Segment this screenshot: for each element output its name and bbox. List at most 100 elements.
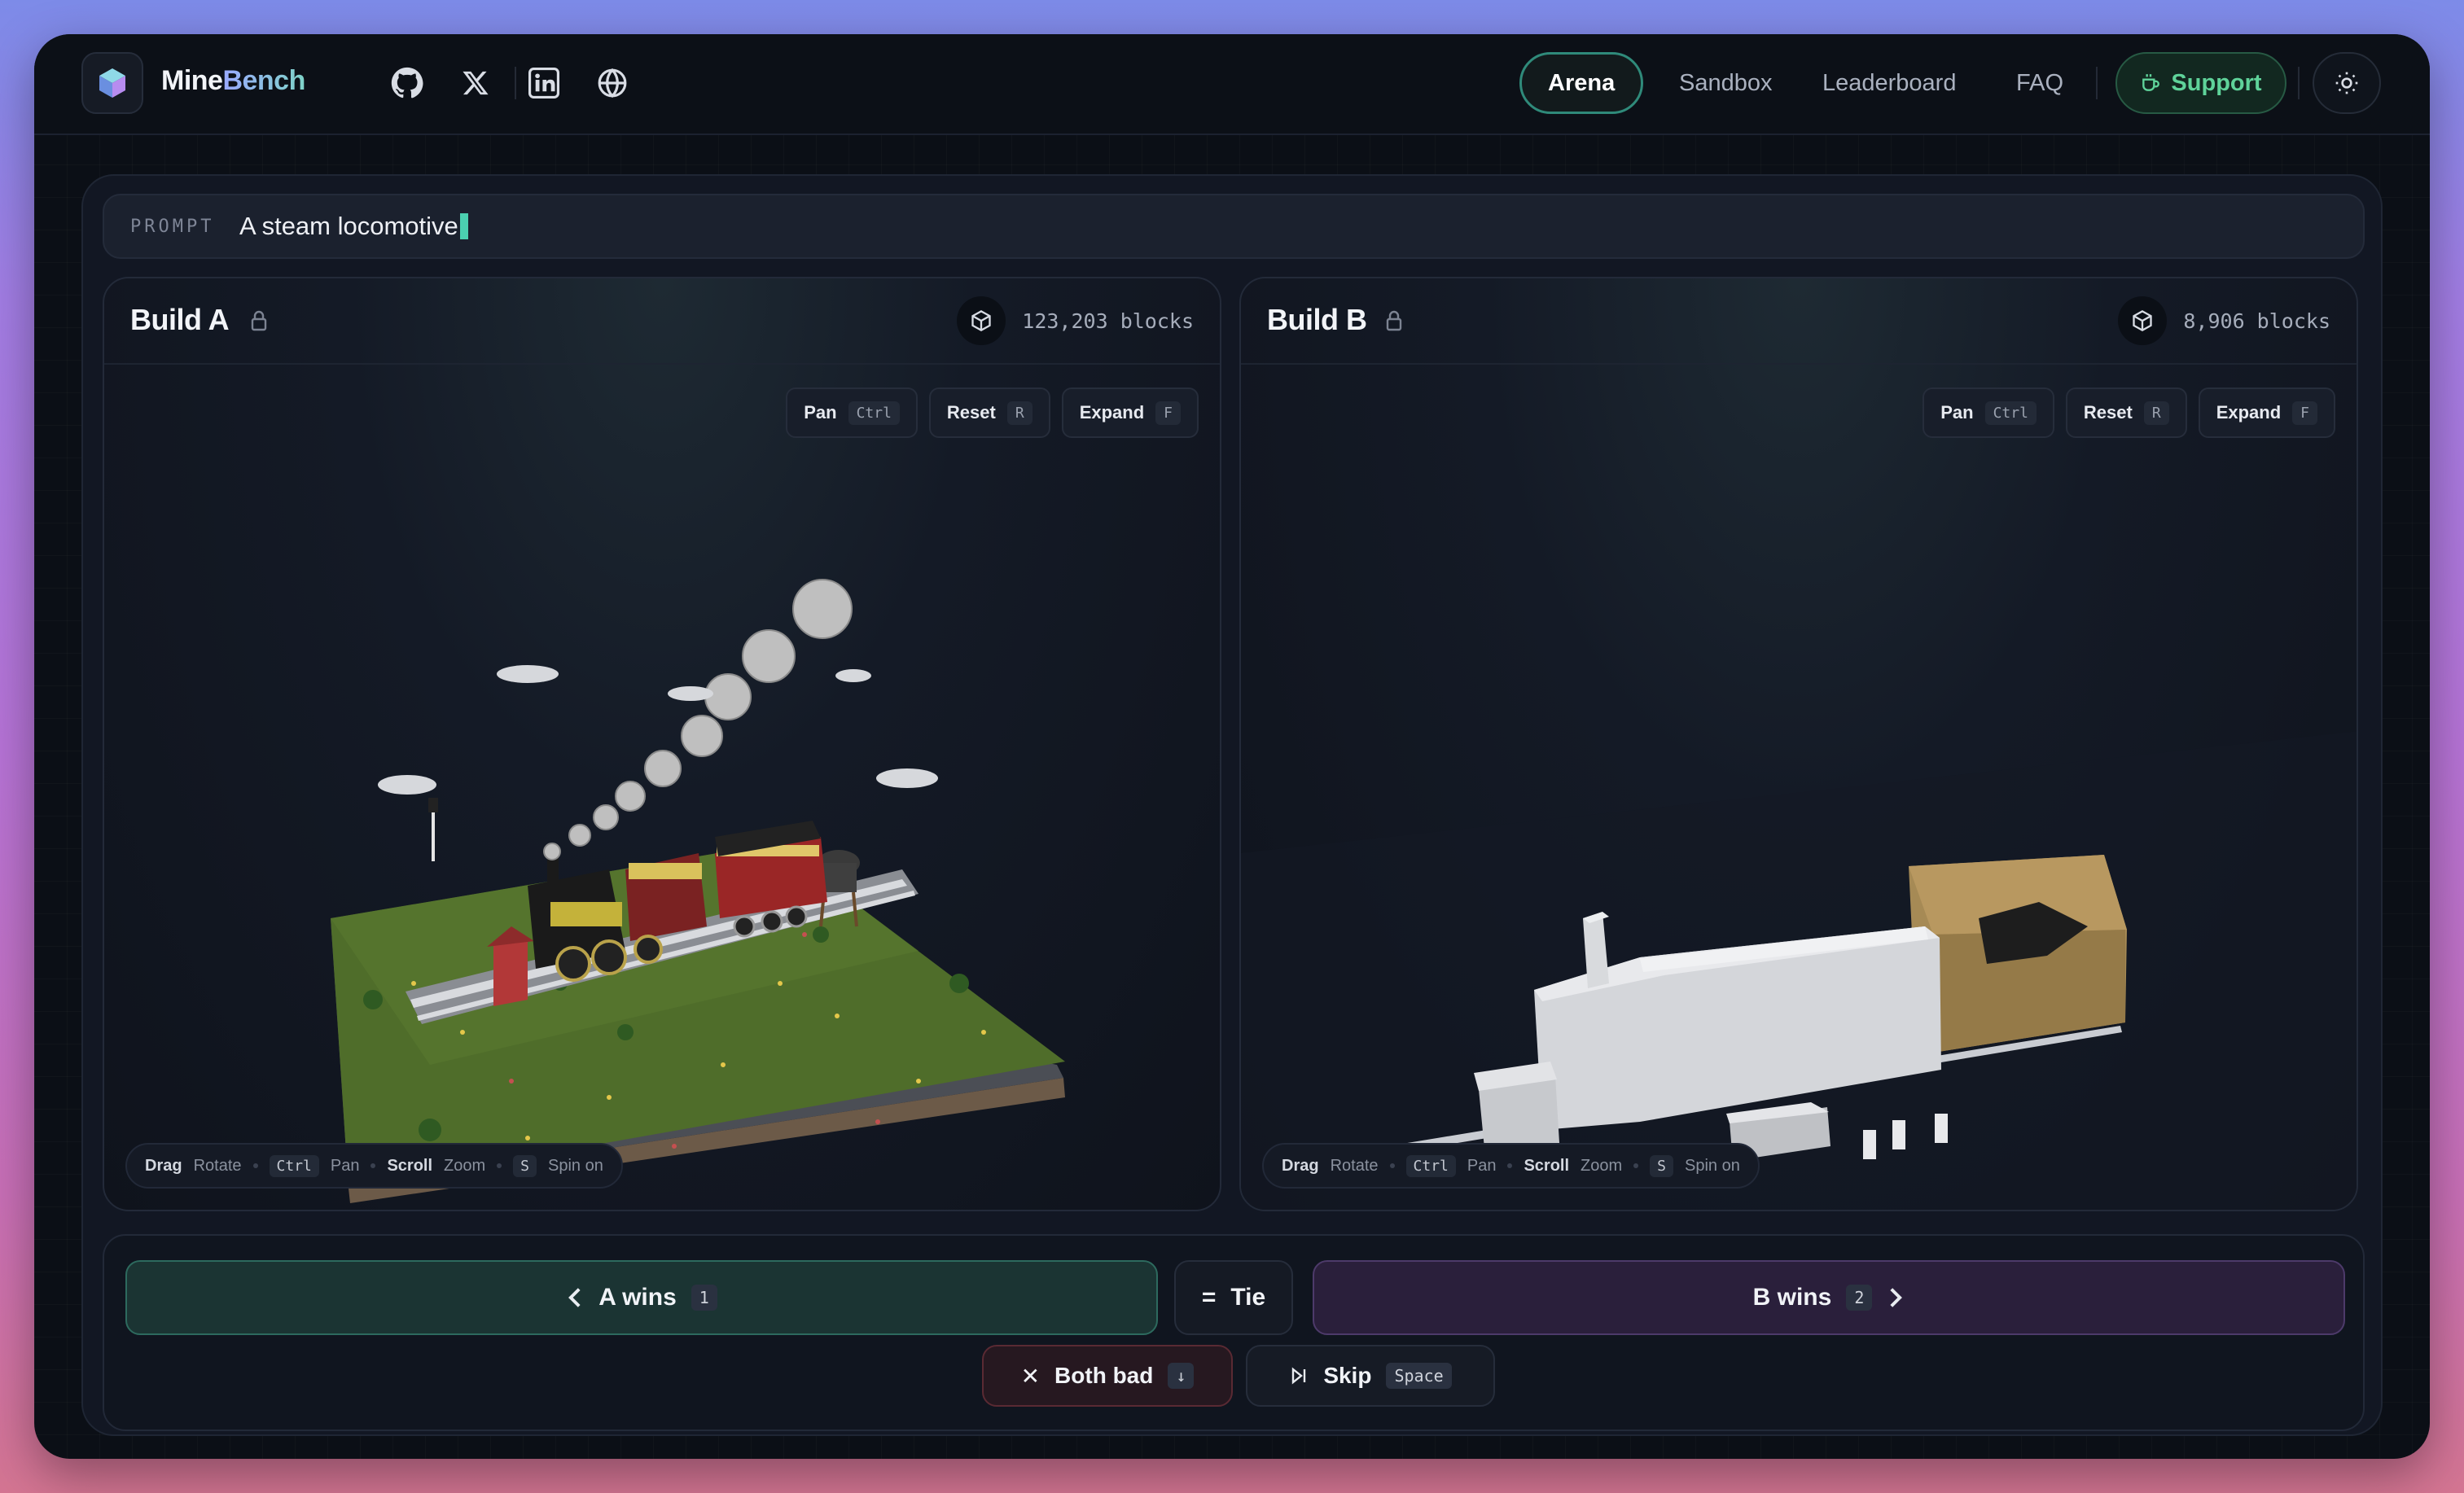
pan-key: Ctrl [1984,401,2037,425]
tie-button[interactable]: = Tie [1174,1260,1293,1335]
hint-dot [497,1163,502,1168]
chevron-left-icon [568,1288,581,1307]
hint-s: S [1650,1154,1674,1177]
build-a-blocks-text: 123,203 blocks [1022,309,1194,333]
brand-name-part2: Bench [222,65,305,96]
hint-dot [1633,1163,1639,1168]
equals-icon: = [1201,1284,1217,1311]
hint-ctrl: Ctrl [1405,1154,1456,1177]
hint-rotate: Rotate [1330,1156,1379,1175]
close-icon: ✕ [1020,1363,1041,1389]
hint-drag: Drag [1282,1156,1319,1175]
vote-area: A wins 1 = Tie B wins 2 ✕ Both bad ↓ Ski… [103,1234,2365,1431]
arena-panel: PROMPT A steam locomotive Build A 123,20… [81,174,2383,1436]
build-b-title: Build B [1267,303,1367,336]
b-wins-key: 2 [1846,1285,1873,1311]
build-a-block-count: 123,203 blocks [957,296,1194,345]
logo-icon[interactable] [81,52,143,114]
pan-key: Ctrl [848,401,900,425]
reset-label: Reset [2083,402,2133,423]
expand-label: Expand [1079,402,1145,423]
expand-key: F [2292,401,2317,425]
skip-forward-icon [1292,1367,1306,1385]
app-window: MineBench Arena Sandbox Leaderboard FAQ … [34,34,2430,1459]
tie-label: Tie [1230,1284,1266,1311]
nav-faq[interactable]: FAQ [1990,52,2089,114]
header-divider [515,67,516,99]
theme-toggle-button[interactable] [2313,52,2381,114]
reset-label: Reset [946,402,996,423]
reset-button[interactable]: Reset R [928,387,1050,438]
hint-rotate: Rotate [193,1156,242,1175]
brand-name[interactable]: MineBench [161,65,305,97]
build-b-viewport[interactable] [1241,365,2357,1210]
top-header: MineBench Arena Sandbox Leaderboard FAQ … [34,34,2430,135]
reset-button[interactable]: Reset R [2065,387,2187,438]
build-a-title: Build A [130,303,230,336]
support-button[interactable]: Support [2115,52,2286,114]
cube-icon [2118,296,2168,345]
b-wins-button[interactable]: B wins 2 [1313,1260,2345,1335]
hint-ctrl: Ctrl [269,1154,319,1177]
hint-s: S [513,1154,537,1177]
hint-zoom: Zoom [1581,1156,1623,1175]
hint-dot [1389,1163,1395,1168]
hint-dot [1507,1163,1513,1168]
hint-pan: Pan [330,1156,360,1175]
both-bad-label: Both bad [1054,1363,1154,1388]
header-divider [2096,67,2098,99]
expand-key: F [1155,401,1181,425]
pan-button[interactable]: Pan Ctrl [1923,387,2054,438]
build-b-controls: Pan Ctrl Reset R Expand F [1923,387,2335,438]
globe-icon[interactable] [593,63,632,103]
hint-dot [252,1163,258,1168]
build-b-blocks-text: 8,906 blocks [2183,309,2330,333]
skip-button[interactable]: Skip Space [1246,1345,1495,1407]
hint-zoom: Zoom [444,1156,486,1175]
coffee-icon [2142,74,2160,91]
nav-arena[interactable]: Arena [1519,52,1644,114]
a-wins-label: A wins [598,1284,677,1311]
pan-button[interactable]: Pan Ctrl [786,387,918,438]
nav-leaderboard[interactable]: Leaderboard [1796,52,1982,114]
cube-icon [957,296,1006,345]
a-wins-button[interactable]: A wins 1 [125,1260,1158,1335]
lock-icon [251,310,267,331]
build-a-header: Build A 123,203 blocks [104,278,1220,365]
pan-label: Pan [1940,402,1974,423]
build-a-panel: Build A 123,203 blocks Pan Ctrl Reset R … [103,277,1221,1211]
linkedin-icon[interactable] [524,63,563,103]
support-label: Support [2171,69,2262,96]
reset-key: R [2143,401,2169,425]
build-b-block-count: 8,906 blocks [2118,296,2330,345]
skip-label: Skip [1323,1363,1372,1388]
prompt-label: PROMPT [130,216,215,237]
expand-button[interactable]: Expand F [1061,387,1199,438]
prompt-bar: PROMPT A steam locomotive [103,194,2365,259]
brand-name-part1: Mine [161,65,223,96]
hint-dot [370,1163,376,1168]
hint-pan: Pan [1467,1156,1497,1175]
both-bad-button[interactable]: ✕ Both bad ↓ [982,1345,1233,1407]
hint-scroll: Scroll [387,1156,433,1175]
prompt-text: A steam locomotive [239,212,458,240]
header-divider [2298,67,2300,99]
skip-key: Space [1386,1363,1452,1389]
hint-spin: Spin on [1685,1156,1740,1175]
hint-scroll: Scroll [1524,1156,1570,1175]
hint-drag: Drag [145,1156,182,1175]
build-a-viewport[interactable] [104,365,1220,1210]
chevron-right-icon [1890,1288,1903,1307]
build-b-hint-bar: Drag Rotate Ctrl Pan Scroll Zoom S Spin on [1262,1143,1760,1189]
x-icon[interactable] [456,63,495,103]
a-wins-key: 1 [691,1285,717,1311]
sun-icon [2335,72,2358,94]
hint-spin: Spin on [548,1156,603,1175]
build-b-panel: Build B 8,906 blocks Pan Ctrl Reset R Ex… [1239,277,2358,1211]
build-a-hint-bar: Drag Rotate Ctrl Pan Scroll Zoom S Spin on [125,1143,623,1189]
typing-caret [459,213,468,239]
nav-sandbox[interactable]: Sandbox [1653,52,1799,114]
github-icon[interactable] [388,63,427,103]
both-bad-key: ↓ [1168,1363,1195,1389]
expand-button[interactable]: Expand F [2198,387,2335,438]
